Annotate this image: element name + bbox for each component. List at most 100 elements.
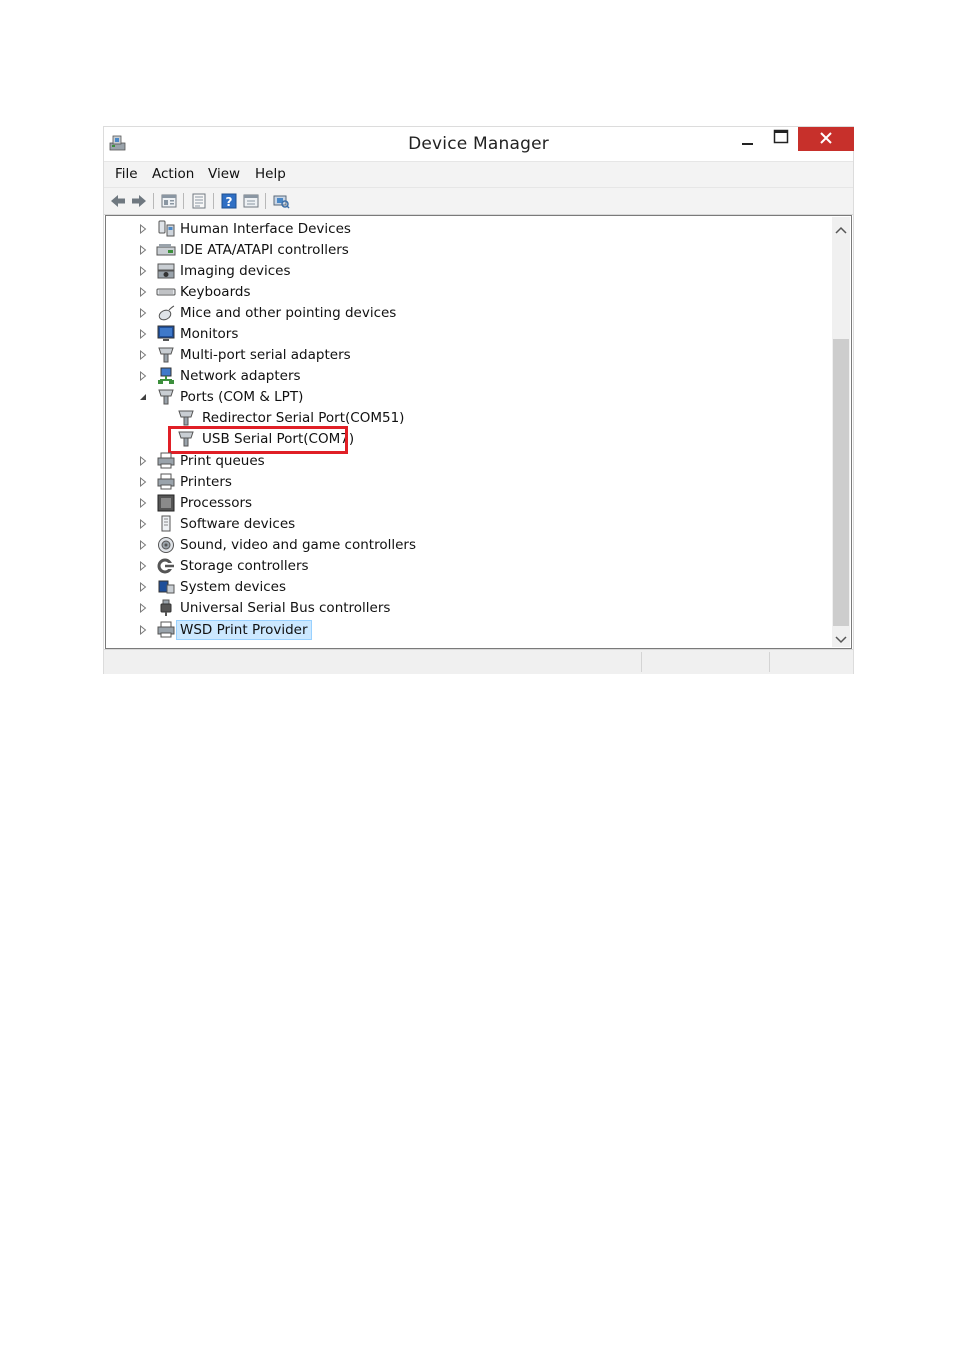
tree-item-human-interface-devices[interactable]: Human Interface Devices xyxy=(138,219,351,239)
tree-item-label: Imaging devices xyxy=(180,263,291,279)
tree-item-wsd-print-provider[interactable]: WSD Print Provider xyxy=(138,620,312,640)
tree-item-label: Network adapters xyxy=(180,368,301,384)
status-bar xyxy=(104,649,853,674)
tree-item-printers[interactable]: Printers xyxy=(138,472,232,492)
tree-item-label: Multi-port serial adapters xyxy=(180,347,351,363)
expand-arrow-icon[interactable] xyxy=(138,519,148,529)
scan-hardware-icon[interactable] xyxy=(272,192,290,210)
expand-arrow-icon[interactable] xyxy=(138,498,148,508)
tree-item-label: Sound, video and game controllers xyxy=(180,537,416,553)
tree-item-label: Printers xyxy=(180,474,232,490)
serial-adapter-icon xyxy=(156,346,176,364)
collapse-arrow-icon[interactable] xyxy=(138,392,148,402)
tree-item-multi-port-serial-adapters[interactable]: Multi-port serial adapters xyxy=(138,345,351,365)
tree-item-label: Keyboards xyxy=(180,284,251,300)
help-icon[interactable]: ? xyxy=(220,192,238,210)
tree-item-processors[interactable]: Processors xyxy=(138,493,252,513)
expand-arrow-icon[interactable] xyxy=(138,477,148,487)
forward-arrow-icon[interactable] xyxy=(130,192,148,210)
title-bar[interactable]: Device Manager xyxy=(104,127,854,161)
tree-item-redirector-serial-port[interactable]: Redirector Serial Port(COM51) xyxy=(158,408,404,428)
processor-icon xyxy=(156,494,176,512)
tree-item-software-devices[interactable]: Software devices xyxy=(138,514,295,534)
tree-item-keyboards[interactable]: Keyboards xyxy=(138,282,251,302)
scroll-down-button[interactable] xyxy=(832,629,850,647)
monitor-icon xyxy=(156,325,176,343)
tree-item-label: WSD Print Provider xyxy=(176,620,312,640)
toolbar-separator xyxy=(183,193,184,209)
tree-item-label: Human Interface Devices xyxy=(180,221,351,237)
expand-arrow-icon[interactable] xyxy=(138,245,148,255)
expand-arrow-icon[interactable] xyxy=(138,266,148,276)
speaker-icon xyxy=(156,536,176,554)
expand-arrow-icon[interactable] xyxy=(138,561,148,571)
expand-arrow-icon[interactable] xyxy=(138,603,148,613)
menu-action[interactable]: Action xyxy=(152,166,194,182)
tree-item-label: Ports (COM & LPT) xyxy=(180,389,304,405)
tree-item-network-adapters[interactable]: Network adapters xyxy=(138,366,301,386)
toolbar-separator xyxy=(153,193,154,209)
expand-arrow-icon[interactable] xyxy=(138,329,148,339)
expand-arrow-icon[interactable] xyxy=(138,456,148,466)
expand-arrow-icon[interactable] xyxy=(138,540,148,550)
tree-item-label: Software devices xyxy=(180,516,296,532)
menu-bar: File Action View Help xyxy=(104,161,853,187)
expand-arrow-icon[interactable] xyxy=(138,625,148,635)
menu-view[interactable]: View xyxy=(208,166,240,182)
properties-icon[interactable] xyxy=(190,192,208,210)
expand-arrow-icon[interactable] xyxy=(138,350,148,360)
printer-icon xyxy=(156,621,176,639)
device-manager-window: Device Manager File Action View Help ? H… xyxy=(103,126,854,674)
tree-item-label: Processors xyxy=(180,495,253,511)
chevron-up-icon xyxy=(835,219,847,238)
back-arrow-icon[interactable] xyxy=(109,192,127,210)
hid-icon xyxy=(156,220,176,238)
expand-arrow-icon[interactable] xyxy=(138,582,148,592)
close-icon xyxy=(819,130,833,149)
maximize-button[interactable] xyxy=(766,127,796,151)
port-icon xyxy=(156,388,176,406)
update-driver-icon[interactable] xyxy=(242,192,260,210)
menu-file[interactable]: File xyxy=(115,166,138,182)
chevron-down-icon xyxy=(835,629,847,648)
expand-arrow-icon[interactable] xyxy=(138,287,148,297)
tree-item-sound-video-game-controllers[interactable]: Sound, video and game controllers xyxy=(138,535,416,555)
tree-item-label: Print queues xyxy=(180,453,265,469)
tree-item-label: Storage controllers xyxy=(180,558,309,574)
tree-item-label: Universal Serial Bus controllers xyxy=(180,600,391,616)
scroll-up-button[interactable] xyxy=(832,219,850,237)
tree-item-ports-com-lpt[interactable]: Ports (COM & LPT) xyxy=(138,387,303,407)
usb-icon xyxy=(156,599,176,617)
printer-icon xyxy=(156,473,176,491)
maximize-icon xyxy=(773,129,789,149)
show-hide-console-tree-icon[interactable] xyxy=(160,192,178,210)
expand-arrow-icon[interactable] xyxy=(138,224,148,234)
tree-item-storage-controllers[interactable]: Storage controllers xyxy=(138,556,309,576)
tree-item-universal-serial-bus-controllers[interactable]: Universal Serial Bus controllers xyxy=(138,598,390,618)
tree-item-imaging-devices[interactable]: Imaging devices xyxy=(138,261,291,281)
tree-item-print-queues[interactable]: Print queues xyxy=(138,451,265,471)
svg-text:?: ? xyxy=(226,195,233,209)
vertical-scrollbar[interactable] xyxy=(832,217,850,647)
menu-help[interactable]: Help xyxy=(255,166,286,182)
tree-item-ide-ata-atapi-controllers[interactable]: IDE ATA/ATAPI controllers xyxy=(138,240,349,260)
tree-item-mice-and-other-pointing-devices[interactable]: Mice and other pointing devices xyxy=(138,303,396,323)
keyboard-icon xyxy=(156,283,176,301)
device-tree[interactable]: Human Interface Devices IDE ATA/ATAPI co… xyxy=(105,215,852,649)
minimize-button[interactable] xyxy=(733,127,763,151)
system-device-icon xyxy=(156,578,176,596)
tree-item-system-devices[interactable]: System devices xyxy=(138,577,286,597)
expand-arrow-icon[interactable] xyxy=(138,371,148,381)
ide-controller-icon xyxy=(156,241,176,259)
close-button[interactable] xyxy=(798,127,854,151)
tree-item-label: IDE ATA/ATAPI controllers xyxy=(180,242,349,258)
tree-item-monitors[interactable]: Monitors xyxy=(138,324,238,344)
toolbar-separator xyxy=(213,193,214,209)
expand-arrow-icon[interactable] xyxy=(138,308,148,318)
scrollbar-thumb[interactable] xyxy=(833,339,849,626)
toolbar: ? xyxy=(104,187,853,215)
tree-item-label: Monitors xyxy=(180,326,239,342)
minimize-icon xyxy=(741,130,755,149)
status-divider xyxy=(769,652,770,672)
